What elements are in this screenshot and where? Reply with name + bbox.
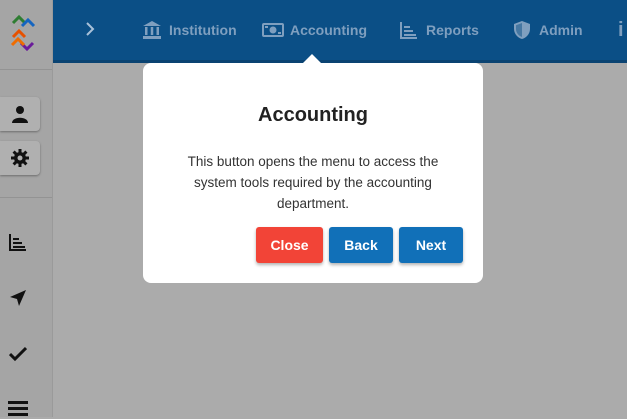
gear-icon — [11, 149, 29, 167]
nav-accounting[interactable]: Accounting — [262, 0, 367, 60]
reports-icon[interactable] — [8, 232, 28, 252]
guided-tour-popover: Accounting This button opens the menu to… — [143, 63, 483, 283]
popover-description: This button opens the menu to access the… — [187, 154, 439, 211]
user-icon — [12, 106, 28, 123]
close-button[interactable]: Close — [256, 227, 323, 263]
nav-institution-label: Institution — [169, 22, 237, 38]
bank-icon — [141, 19, 163, 41]
sidebar-divider — [0, 197, 52, 198]
chevron-right-icon[interactable] — [83, 20, 97, 38]
nav-info[interactable]: i — [618, 0, 624, 60]
money-icon — [262, 19, 284, 41]
nav-admin-label: Admin — [539, 22, 583, 38]
nav-admin[interactable]: Admin — [511, 0, 583, 60]
info-icon: i — [618, 18, 624, 41]
sidebar-divider — [0, 69, 52, 70]
nav-reports-label: Reports — [426, 22, 479, 38]
next-button[interactable]: Next — [399, 227, 463, 263]
navigate-icon[interactable] — [8, 288, 28, 308]
shield-icon — [511, 19, 533, 41]
chart-icon — [398, 19, 420, 41]
nav-reports[interactable]: Reports — [398, 0, 479, 60]
sidebar — [0, 0, 53, 417]
popover-title: Accounting — [258, 104, 368, 126]
nav-institution[interactable]: Institution — [141, 0, 237, 60]
nav-accounting-label: Accounting — [290, 22, 367, 38]
settings-button[interactable] — [0, 141, 40, 175]
app-logo[interactable] — [9, 13, 37, 51]
back-button[interactable]: Back — [329, 227, 393, 263]
user-button[interactable] — [0, 97, 40, 131]
top-navigation-bar: Institution Accounting Reports Admin i — [53, 0, 627, 63]
list-icon[interactable] — [8, 399, 28, 419]
check-icon[interactable] — [8, 344, 28, 364]
